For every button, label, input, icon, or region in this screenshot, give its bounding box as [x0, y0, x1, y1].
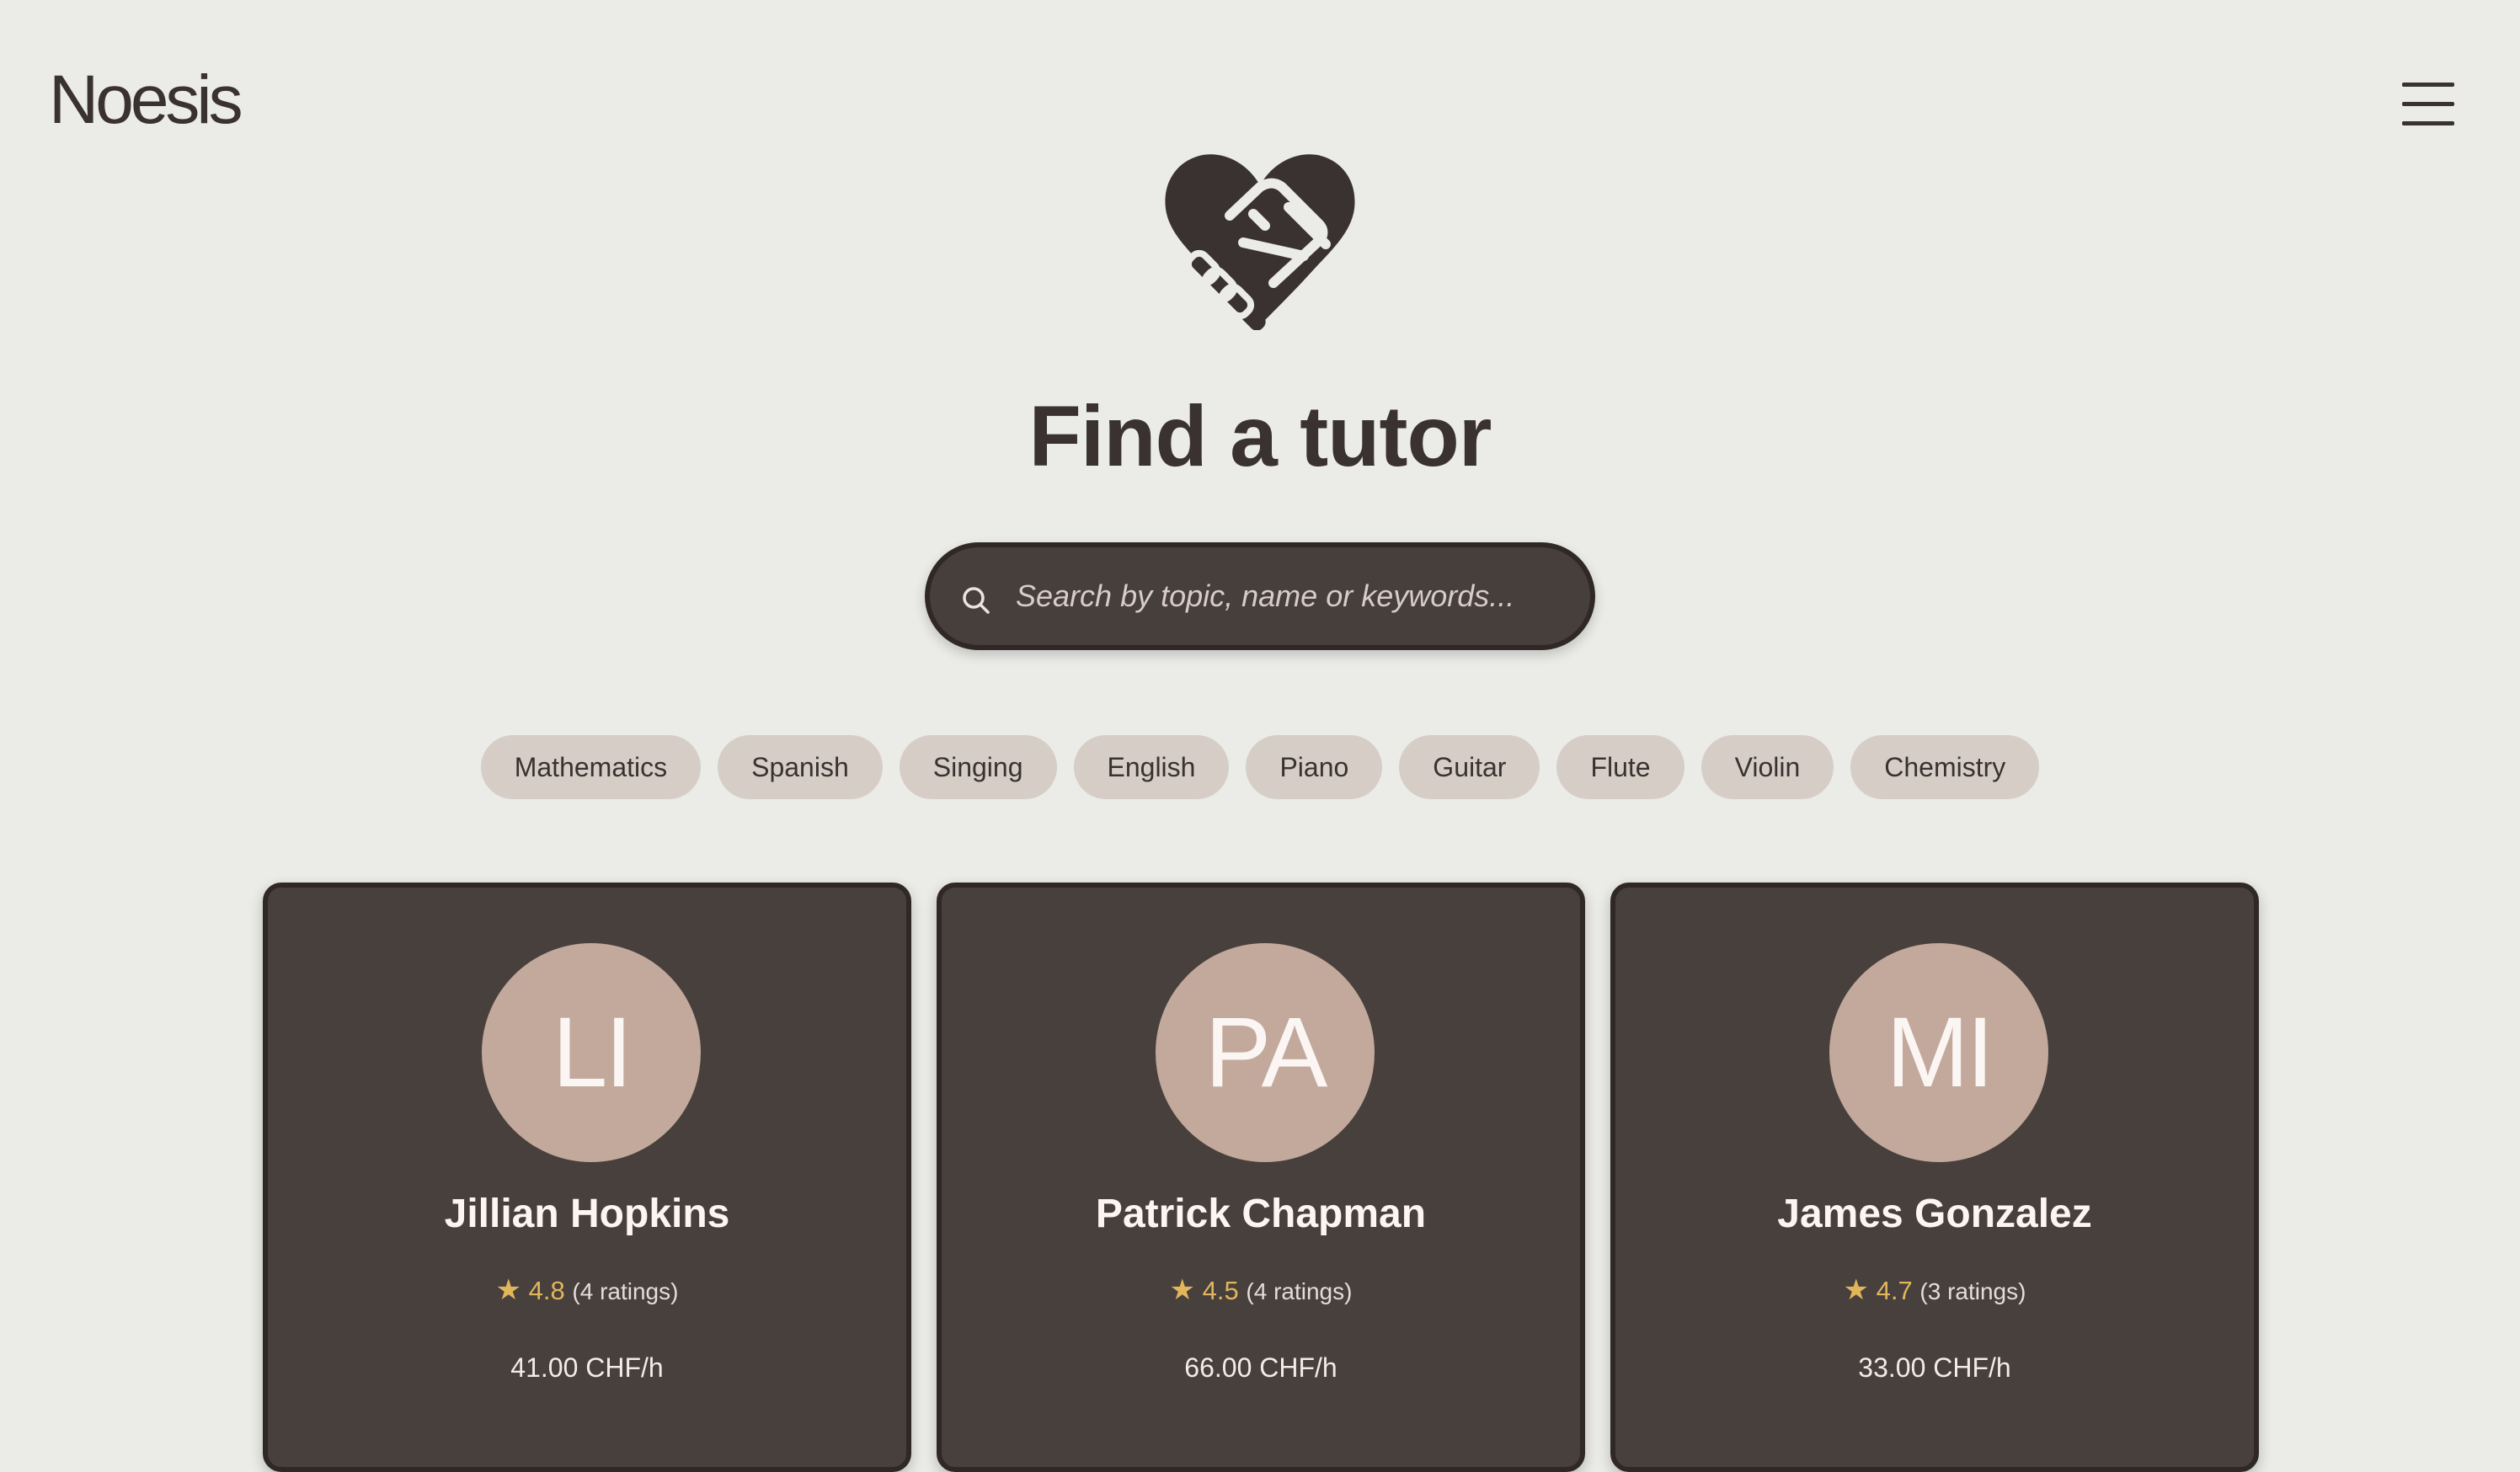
topic-chip-guitar[interactable]: Guitar — [1399, 735, 1540, 799]
topic-chip-english[interactable]: English — [1073, 735, 1230, 799]
rating-value: 4.5 — [1202, 1276, 1239, 1305]
menu-button[interactable] — [2402, 81, 2456, 128]
avatar: LI — [482, 943, 701, 1162]
tutor-name: Patrick Chapman — [1095, 1192, 1427, 1236]
topic-chip-mathematics[interactable]: Mathematics — [480, 735, 702, 799]
topic-chips: Mathematics Spanish Singing English Pian… — [0, 735, 2520, 799]
tutor-rating: ★ 4.8 (4 ratings) — [268, 1273, 906, 1307]
tutor-price: 33.00 CHF/h — [1858, 1352, 2011, 1383]
tutor-card[interactable]: PA Patrick Chapman ★ 4.5 (4 ratings) 66.… — [937, 883, 1585, 1472]
tutor-price: 41.00 CHF/h — [510, 1352, 664, 1383]
star-icon: ★ — [1843, 1274, 1870, 1306]
tutor-name: James Gonzalez — [1777, 1192, 2092, 1236]
tutor-card[interactable]: MI James Gonzalez ★ 4.7 (3 ratings) 33.0… — [1610, 883, 2259, 1472]
topic-chip-flute[interactable]: Flute — [1556, 735, 1684, 799]
avatar: PA — [1156, 943, 1375, 1162]
heart-handshake-icon — [1165, 154, 1355, 330]
hamburger-menu-icon — [2402, 83, 2454, 87]
rating-value: 4.7 — [1876, 1276, 1913, 1305]
tutor-card[interactable]: LI Jillian Hopkins ★ 4.8 (4 ratings) 41.… — [263, 883, 911, 1472]
tutor-rating: ★ 4.5 (4 ratings) — [942, 1273, 1580, 1307]
topic-chip-violin[interactable]: Violin — [1700, 735, 1834, 799]
search-icon — [963, 587, 990, 614]
rating-count: (3 ratings) — [1919, 1278, 2026, 1304]
app-logo[interactable]: Noesis — [49, 66, 243, 135]
topic-chip-piano[interactable]: Piano — [1246, 735, 1383, 799]
tutor-price: 66.00 CHF/h — [1184, 1352, 1337, 1383]
topic-chip-singing[interactable]: Singing — [899, 735, 1057, 799]
rating-count: (4 ratings) — [1246, 1278, 1353, 1304]
tutor-card-list: LI Jillian Hopkins ★ 4.8 (4 ratings) 41.… — [263, 883, 2259, 1472]
search-bar[interactable] — [925, 542, 1595, 650]
tutor-name: Jillian Hopkins — [444, 1192, 730, 1236]
star-icon: ★ — [1169, 1274, 1196, 1306]
rating-count: (4 ratings) — [572, 1278, 679, 1304]
avatar: MI — [1829, 943, 2048, 1162]
page-title: Find a tutor — [1028, 388, 1492, 484]
star-icon: ★ — [495, 1274, 522, 1306]
search-input[interactable] — [1016, 564, 1572, 628]
tutor-rating: ★ 4.7 (3 ratings) — [1615, 1273, 2254, 1307]
rating-value: 4.8 — [528, 1276, 565, 1305]
topic-chip-chemistry[interactable]: Chemistry — [1850, 735, 2040, 799]
topic-chip-spanish[interactable]: Spanish — [718, 735, 883, 799]
